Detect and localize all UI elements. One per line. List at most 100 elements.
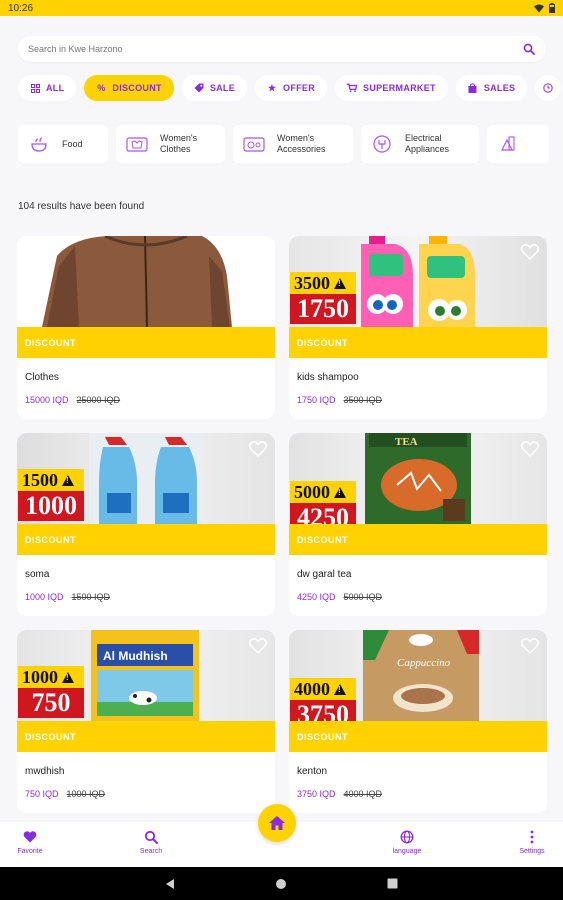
status-time: 10:26	[8, 2, 34, 14]
heart-icon[interactable]	[249, 441, 267, 457]
grid-icon	[30, 83, 40, 93]
cart-icon	[347, 83, 358, 93]
nav-label: Settings	[519, 848, 545, 855]
product-image: Cappuccino 4000 3750	[289, 630, 547, 721]
product-image: 3500 1750	[289, 236, 547, 327]
warning-icon	[334, 486, 346, 498]
search-bar[interactable]	[18, 36, 546, 62]
product-old-price: 1500 IQD	[71, 592, 111, 602]
bag-icon	[468, 83, 478, 93]
chip-supermarket[interactable]: SUPERMARKET	[335, 75, 448, 101]
filter-chip-row: ALL % DISCOUNT SALE ★ OFFER SUPERMARKET …	[18, 75, 562, 101]
discount-banner: DISCOUNT	[289, 524, 547, 555]
price-sticker: 4000 3750	[290, 678, 356, 721]
sticker-new-price: 750	[18, 688, 84, 718]
chip-discount[interactable]: % DISCOUNT	[84, 75, 174, 101]
product-old-price: 25000 IQD	[76, 395, 121, 405]
warning-icon	[334, 277, 346, 289]
chip-sales[interactable]: SALES	[455, 75, 528, 101]
back-icon[interactable]	[165, 878, 175, 890]
tag-icon	[194, 83, 204, 93]
home-circle-icon[interactable]	[275, 878, 287, 890]
category-label: Women's Accessories	[277, 133, 326, 154]
product-name: Clothes	[25, 372, 59, 383]
tea-box-label: TEA	[395, 436, 418, 448]
product-card[interactable]: DISCOUNT Clothes 15000 IQD 25000 IQD	[17, 236, 275, 419]
chip-all[interactable]: ALL	[18, 75, 77, 101]
accessories-icon	[243, 133, 265, 155]
chip-label: DISCOUNT	[112, 83, 162, 93]
product-price: 4250 IQD	[297, 592, 336, 602]
chip-offer[interactable]: ★ OFFER	[255, 75, 328, 101]
product-card[interactable]: TEA 5000 4250 DISCOUNT dw garal tea 4250…	[289, 433, 547, 616]
category-more[interactable]	[487, 125, 549, 163]
discount-banner: DISCOUNT	[17, 721, 275, 752]
discount-banner: DISCOUNT	[17, 524, 275, 555]
price-sticker: 5000 4250	[290, 481, 356, 524]
status-icons	[534, 3, 555, 13]
category-label: Electrical Appliances	[405, 133, 450, 154]
category-label: Food	[62, 138, 83, 149]
appliances-icon	[371, 133, 393, 155]
sticker-new-price: 1750	[290, 294, 356, 324]
product-card[interactable]: Cappuccino 4000 3750 DISCOUNT kenton 375…	[289, 630, 547, 813]
chip-label: OFFER	[283, 83, 316, 93]
category-womens-accessories[interactable]: Women's Accessories	[233, 125, 353, 163]
product-image: TEA 5000 4250	[289, 433, 547, 524]
product-card[interactable]: Al Mudhish 1000 750 DISCOUNT mwdhish 750…	[17, 630, 275, 813]
status-bar: 10:26	[0, 0, 563, 16]
percent-icon: %	[97, 83, 106, 93]
product-name: mwdhish	[25, 766, 65, 777]
nav-label: language	[392, 848, 422, 855]
food-icon	[28, 133, 50, 155]
product-card[interactable]: 1500 1000 DISCOUNT soma 1000 IQD 1500 IQ…	[17, 433, 275, 616]
search-icon	[144, 830, 158, 844]
sticker-new-price: 3750	[290, 700, 356, 721]
search-icon[interactable]	[522, 42, 536, 56]
heart-icon[interactable]	[521, 441, 539, 457]
category-electrical-appliances[interactable]: Electrical Appliances	[361, 125, 479, 163]
system-nav-bar	[0, 867, 563, 900]
nav-language[interactable]: language	[377, 830, 437, 855]
warning-icon	[62, 671, 74, 683]
price-sticker: 3500 1750	[290, 272, 356, 324]
heart-icon[interactable]	[521, 244, 539, 260]
chip-label: SUPERMARKET	[363, 83, 436, 93]
chip-sale[interactable]: SALE	[181, 75, 248, 101]
nav-label: Favorite	[17, 848, 43, 855]
discount-banner: DISCOUNT	[289, 721, 547, 752]
product-prices: 3750 IQD 4000 IQD	[297, 789, 382, 799]
chip-more[interactable]	[535, 75, 562, 101]
product-prices: 1750 IQD 3500 IQD	[297, 395, 382, 405]
clock-icon	[543, 83, 554, 93]
product-price: 750 IQD	[25, 789, 59, 799]
heart-icon[interactable]	[521, 638, 539, 654]
sticker-new-price: 1000	[18, 491, 84, 521]
home-button[interactable]	[258, 804, 296, 842]
product-name: kids shampoo	[297, 372, 359, 383]
product-image: Al Mudhish 1000 750	[17, 630, 275, 721]
sticker-old-price: 4000	[294, 678, 330, 699]
product-card[interactable]: 3500 1750 DISCOUNT kids shampoo 1750 IQD…	[289, 236, 547, 419]
product-price: 1750 IQD	[297, 395, 336, 405]
nav-settings[interactable]: Settings	[502, 830, 562, 855]
heart-icon[interactable]	[249, 638, 267, 654]
product-name: kenton	[297, 766, 328, 777]
nav-label: Search	[139, 848, 163, 855]
discount-banner: DISCOUNT	[289, 327, 547, 358]
jacket-image	[42, 236, 232, 327]
category-row: Food Women's Clothes Women's Accessories…	[18, 125, 549, 163]
product-name: soma	[25, 569, 50, 580]
nav-search[interactable]: Search	[121, 830, 181, 855]
coffee-label: Cappuccino	[397, 657, 451, 669]
recents-icon[interactable]	[387, 878, 398, 889]
category-womens-clothes[interactable]: Women's Clothes	[116, 125, 225, 163]
search-input[interactable]	[28, 44, 522, 54]
category-food[interactable]: Food	[18, 125, 108, 163]
milk-bag-label: Al Mudhish	[103, 649, 168, 663]
nav-favorite[interactable]: Favorite	[0, 830, 60, 855]
product-image	[17, 236, 275, 327]
heart-icon	[23, 831, 37, 843]
product-old-price: 1000 IQD	[66, 789, 106, 799]
battery-icon	[549, 3, 555, 13]
